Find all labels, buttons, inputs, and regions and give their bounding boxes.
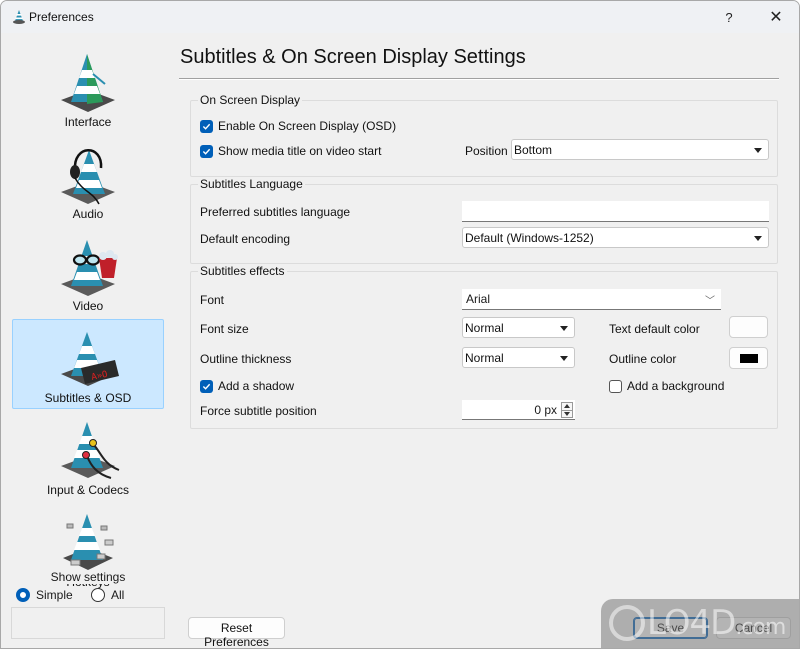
position-select[interactable]: Bottom xyxy=(511,139,769,160)
save-button[interactable]: Save xyxy=(633,617,708,639)
checkbox-checked-icon xyxy=(200,144,213,158)
checkbox-unchecked-icon xyxy=(609,379,622,393)
default-encoding-label: Default encoding xyxy=(200,232,291,246)
spin-up-icon[interactable] xyxy=(564,404,570,408)
outline-color-label: Outline color xyxy=(609,352,677,366)
group-title: Subtitles Language xyxy=(198,177,305,191)
add-shadow-checkbox[interactable]: Add a shadow xyxy=(200,379,294,393)
reset-label: Reset Preferences xyxy=(204,621,269,649)
sidebar-item-label: Audio xyxy=(72,207,104,221)
sidebar-item-interface[interactable]: Interface xyxy=(12,43,164,133)
group-title: Subtitles effects xyxy=(198,264,287,278)
sidebar-item-label: Subtitles & OSD xyxy=(44,391,132,405)
encoding-value: Default (Windows-1252) xyxy=(465,231,594,245)
sidebar-item-video[interactable]: Video xyxy=(12,227,164,317)
checkbox-label: Add a shadow xyxy=(218,379,295,393)
help-icon: ? xyxy=(725,9,733,25)
subtitles-effects-group: Subtitles effects Font Arial ﹀ Font size… xyxy=(190,264,778,429)
sidebar-item-subtitles-osd[interactable]: A»O Subtitles & OSD xyxy=(12,319,164,409)
sidebar-item-audio[interactable]: Audio xyxy=(12,135,164,225)
force-position-value: 0 px xyxy=(534,403,557,417)
reset-preferences-button[interactable]: Reset Preferences xyxy=(188,617,285,648)
vlc-cone-cables-icon xyxy=(61,422,120,479)
preferred-language-input[interactable] xyxy=(462,201,769,222)
cancel-label: Cancel xyxy=(734,621,773,635)
position-label: Position xyxy=(465,144,508,158)
font-size-value: Normal xyxy=(465,321,504,335)
checkbox-checked-icon xyxy=(200,379,213,393)
window-title: Preferences xyxy=(29,10,94,24)
sidebar-item-label: Interface xyxy=(64,115,112,129)
vlc-app-icon xyxy=(13,10,25,24)
show-settings-title: Show settings xyxy=(11,570,165,584)
show-media-title-checkbox[interactable]: Show media title on video start xyxy=(200,144,381,158)
checkbox-label: Show media title on video start xyxy=(218,144,382,158)
add-background-checkbox[interactable]: Add a background xyxy=(609,379,724,393)
help-button[interactable]: ? xyxy=(706,1,752,33)
dropdown-arrow-icon xyxy=(560,356,568,361)
font-size-select[interactable]: Normal xyxy=(462,317,575,338)
force-position-spinbox[interactable]: 0 px xyxy=(462,400,575,420)
checkbox-checked-icon xyxy=(200,119,213,133)
chevron-down-icon: ﹀ xyxy=(705,296,715,307)
show-settings-group: Show settings Simple All xyxy=(11,570,165,639)
vlc-cone-interface-icon xyxy=(61,54,115,112)
preferences-window: Preferences ? ✕ Interface Audio Video A»… xyxy=(0,0,800,649)
osd-group: On Screen Display Enable On Screen Displ… xyxy=(190,93,778,177)
radio-label: All xyxy=(111,588,125,602)
outline-thickness-value: Normal xyxy=(465,351,504,365)
position-value: Bottom xyxy=(514,143,553,157)
font-value: Arial xyxy=(466,292,491,306)
subtitles-language-group: Subtitles Language Preferred subtitles l… xyxy=(190,177,778,264)
show-settings-frame xyxy=(11,607,165,639)
text-color-label: Text default color xyxy=(609,322,700,336)
dropdown-arrow-icon xyxy=(754,148,762,153)
heading-divider xyxy=(179,78,779,80)
radio-label: Simple xyxy=(36,588,73,602)
checkbox-label: Enable On Screen Display (OSD) xyxy=(218,119,397,133)
outline-color-button[interactable] xyxy=(729,347,768,369)
preferred-language-label: Preferred subtitles language xyxy=(200,205,351,219)
font-label: Font xyxy=(200,293,225,307)
category-sidebar: Interface Audio Video A»O Subtitles & OS… xyxy=(1,33,171,603)
sidebar-item-input-codecs[interactable]: Input & Codecs xyxy=(12,411,164,501)
svg-text:A»O: A»O xyxy=(91,370,109,383)
spin-buttons[interactable] xyxy=(561,402,573,418)
sidebar-item-label: Input & Codecs xyxy=(46,483,130,497)
spin-down-icon[interactable] xyxy=(564,412,570,416)
close-icon: ✕ xyxy=(769,9,783,26)
cancel-button[interactable]: Cancel xyxy=(716,617,791,639)
page-title: Subtitles & On Screen Display Settings xyxy=(180,46,526,68)
group-title: On Screen Display xyxy=(198,93,303,107)
vlc-cone-osd-display-icon: A»O xyxy=(61,332,119,386)
force-position-label: Force subtitle position xyxy=(200,404,317,418)
text-color-swatch xyxy=(740,323,758,332)
dropdown-arrow-icon xyxy=(560,326,568,331)
radio-all[interactable]: All xyxy=(91,588,124,602)
title-bar: Preferences ? ✕ xyxy=(1,1,799,33)
vlc-cone-headphones-icon xyxy=(61,149,115,205)
settings-panel: Subtitles & On Screen Display Settings O… xyxy=(179,33,791,603)
sidebar-item-label: Video xyxy=(72,299,104,313)
enable-osd-checkbox[interactable]: Enable On Screen Display (OSD) xyxy=(200,119,396,133)
vlc-cone-glasses-popcorn-icon xyxy=(61,240,118,296)
radio-simple[interactable]: Simple xyxy=(16,588,73,602)
vlc-cone-keys-icon xyxy=(63,514,114,570)
dropdown-arrow-icon xyxy=(754,236,762,241)
radio-checked-icon xyxy=(16,588,30,602)
font-select[interactable]: Arial ﹀ xyxy=(462,289,721,310)
save-label: Save xyxy=(656,621,685,635)
checkbox-label: Add a background xyxy=(627,379,725,393)
radio-unchecked-icon xyxy=(91,588,105,602)
encoding-select[interactable]: Default (Windows-1252) xyxy=(462,227,769,248)
outline-thickness-select[interactable]: Normal xyxy=(462,347,575,368)
font-size-label: Font size xyxy=(200,322,249,336)
text-color-button[interactable] xyxy=(729,316,768,338)
close-button[interactable]: ✕ xyxy=(753,1,799,33)
outline-thickness-label: Outline thickness xyxy=(200,352,292,366)
outline-color-swatch xyxy=(740,354,758,363)
